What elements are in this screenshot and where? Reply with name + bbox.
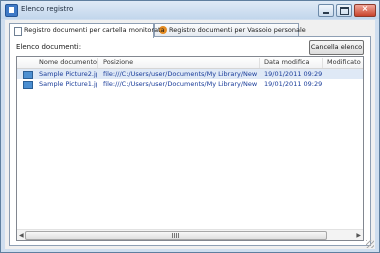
column-header-date[interactable]: Data modifica — [260, 58, 323, 68]
close-button[interactable]: × — [354, 4, 376, 17]
window: Elenco registro × Registro documenti per… — [0, 0, 380, 253]
tab-panel: Elenco documenti: Cancella elenco Nome d… — [9, 36, 371, 246]
cell-path: file:///C:/Users/user/Documents/My Libra… — [103, 70, 259, 78]
cell-name: Sample Picture1.jpg — [39, 80, 97, 88]
maximize-button[interactable] — [336, 4, 352, 17]
tab-label: Registro documenti per Vassoio personale — [169, 26, 306, 34]
cell-date: 19/01/2011 09:29:10 — [264, 70, 322, 78]
column-header-name[interactable]: Nome documento — [35, 58, 98, 68]
image-file-icon — [23, 81, 33, 89]
document-icon — [14, 27, 22, 36]
grip-icon — [172, 233, 180, 238]
tab-personal-tray[interactable]: Registro documenti per Vassoio personale — [154, 23, 306, 37]
documents-list[interactable]: Nome documento Posizione Data modifica M… — [16, 56, 364, 241]
resize-grip-icon[interactable] — [366, 240, 374, 248]
table-row[interactable]: Sample Picture1.jpg file:///C:/Users/use… — [17, 79, 363, 89]
column-header-path[interactable]: Posizione — [99, 58, 260, 68]
scroll-thumb[interactable] — [25, 231, 327, 240]
tab-label: Registro documenti per cartella monitora… — [24, 26, 165, 34]
maximize-icon — [340, 7, 349, 15]
registry-icon — [5, 4, 18, 17]
close-icon: × — [361, 4, 369, 13]
clear-list-button[interactable]: Cancella elenco — [309, 40, 364, 55]
column-header-modified-by[interactable]: Modificato da — [323, 58, 363, 68]
table-row[interactable]: Sample Picture2.jpg file:///C:/Users/use… — [17, 69, 363, 79]
tab-monitored-folder[interactable]: Registro documenti per cartella monitora… — [9, 23, 165, 38]
horizontal-scrollbar[interactable]: ◀ ▶ — [17, 229, 363, 240]
scroll-right-icon[interactable]: ▶ — [356, 232, 361, 239]
minimize-button[interactable] — [318, 4, 334, 17]
scroll-left-icon[interactable]: ◀ — [19, 232, 24, 239]
documents-label: Elenco documenti: — [16, 43, 82, 51]
cell-date: 19/01/2011 09:29:10 — [264, 80, 322, 88]
cell-path: file:///C:/Users/user/Documents/My Libra… — [103, 80, 259, 88]
list-header: Nome documento Posizione Data modifica M… — [17, 57, 363, 69]
cell-name: Sample Picture2.jpg — [39, 70, 97, 78]
minimize-icon — [323, 12, 329, 14]
title-bar[interactable]: Elenco registro × — [1, 1, 379, 19]
image-file-icon — [23, 71, 33, 79]
client-area: Registro documenti per cartella monitora… — [5, 20, 375, 249]
window-title: Elenco registro — [21, 5, 74, 13]
